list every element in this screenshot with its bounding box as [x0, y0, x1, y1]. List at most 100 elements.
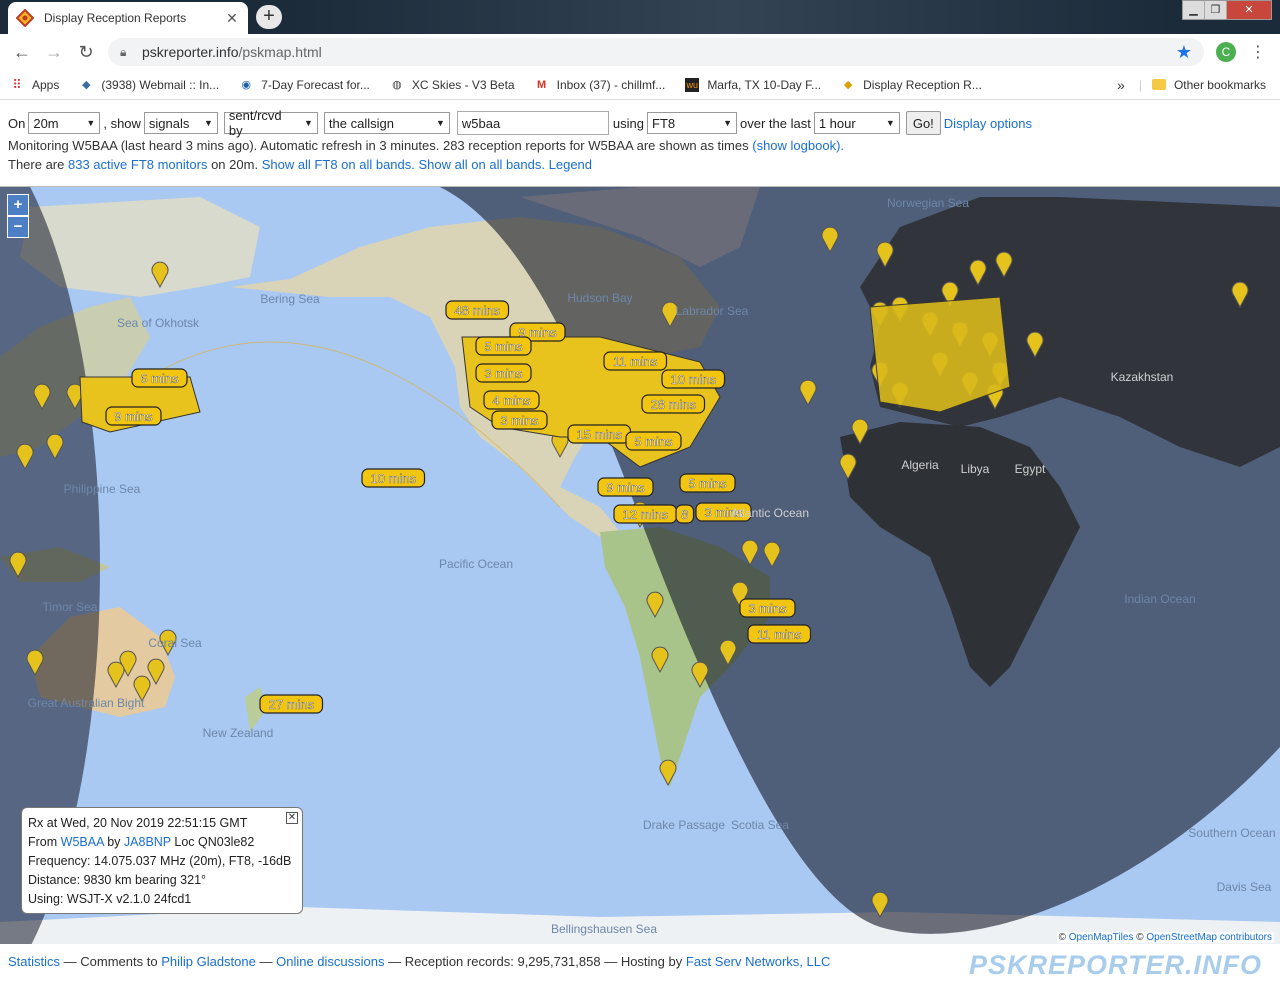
band-select[interactable]: 20m ▼ — [28, 112, 101, 134]
time-label[interactable]: 48 mins — [445, 300, 510, 320]
bookmark-label: 7-Day Forecast for... — [261, 77, 370, 92]
monitors-status: There are 833 active FT8 monitors on 20m… — [8, 157, 592, 172]
marker-cluster[interactable] — [869, 296, 1011, 413]
other-bookmarks[interactable]: Other bookmarks — [1174, 78, 1266, 92]
place-name: Bellingshausen Sea — [551, 922, 657, 936]
reception-map[interactable]: 48 mins 9 mins 5 mins 3 mins 4 mins 3 mins 15 … — [0, 186, 1280, 944]
over-label: over the last — [740, 115, 811, 131]
time-label[interactable]: 8 — [675, 504, 695, 524]
place-name: Algeria — [901, 458, 939, 472]
time-label[interactable]: 3 mins — [491, 410, 548, 430]
tab-close-icon[interactable]: ✕ — [224, 10, 240, 27]
window-close-icon[interactable]: ✕ — [1227, 1, 1271, 19]
time-label-text: 3 mins — [500, 413, 539, 428]
bookmark-label: Marfa, TX 10-Day F... — [707, 77, 822, 92]
zoom-out-button[interactable]: − — [7, 216, 29, 238]
go-button[interactable]: Go! — [905, 111, 941, 135]
browser-toolbar: ← → ↻ 🔒︎ pskreporter.info/pskmap.html ★ … — [0, 34, 1280, 70]
place-name: Pacific Ocean — [439, 557, 513, 571]
bookmark-marfa[interactable]: wu Marfa, TX 10-Day F... — [685, 77, 822, 92]
chevron-down-icon: ▼ — [86, 118, 96, 128]
bookmark-apps[interactable]: ⠿ Apps — [10, 77, 59, 92]
popup-close-icon[interactable]: ✕ — [286, 812, 298, 824]
time-label[interactable]: 5 mins — [625, 431, 682, 451]
time-label[interactable]: 6 mins — [131, 368, 188, 388]
target-value: the callsign — [328, 115, 394, 131]
osm-link[interactable]: OpenStreetMap contributors — [1146, 932, 1272, 943]
legend-link[interactable]: Legend — [549, 157, 592, 172]
direction-select[interactable]: sent/rcvd by ▼ — [223, 108, 318, 138]
bookmark-pskreporter[interactable]: ◆ Display Reception R... — [841, 78, 982, 92]
noaa-icon: ◉ — [241, 78, 251, 91]
place-name: Sea of Okhotsk — [117, 316, 200, 330]
time-label-text: 11 mins — [757, 627, 802, 642]
show-all-ft8-link[interactable]: Show all FT8 on all bands. — [262, 157, 415, 172]
active-monitors-link[interactable]: 833 active FT8 monitors — [68, 157, 207, 172]
time-label[interactable]: 10 mins — [361, 468, 426, 488]
address-bar[interactable]: 🔒︎ pskreporter.info/pskmap.html ★ — [108, 38, 1204, 66]
time-label[interactable]: 5 mins — [679, 473, 736, 493]
time-label[interactable]: 9 mins — [105, 406, 162, 426]
period-select[interactable]: 1 hour ▼ — [813, 112, 900, 134]
from-callsign-link[interactable]: W5BAA — [61, 835, 104, 849]
place-name: Atlantic Ocean — [731, 506, 809, 520]
bookmark-gmail[interactable]: M Inbox (37) - chillmf... — [535, 78, 665, 92]
time-label[interactable]: 27 mins — [259, 694, 324, 714]
time-label[interactable]: 4 mins — [483, 390, 540, 410]
monitoring-text: Monitoring W5BAA (last heard 3 mins ago)… — [8, 138, 749, 153]
time-label[interactable]: 3 mins — [475, 363, 532, 383]
maximize-icon[interactable]: ❐ — [1205, 1, 1227, 19]
place-name: Libya — [961, 462, 990, 476]
time-label-text: 5 mins — [634, 434, 673, 449]
time-label[interactable]: 3 mins — [739, 598, 796, 618]
bookmarks-divider: | — [1138, 77, 1142, 92]
bookmark-forecast[interactable]: ◉ 7-Day Forecast for... — [239, 78, 370, 92]
pskreporter-logo: PSKREPORTER.INFO — [968, 950, 1262, 980]
host-link[interactable]: Fast Serv Networks, LLC — [686, 954, 831, 969]
display-options-link[interactable]: Display options — [944, 116, 1032, 131]
time-label[interactable]: 11 mins — [747, 624, 812, 644]
time-label[interactable]: 5 mins — [475, 336, 532, 356]
direction-value: sent/rcvd by — [228, 108, 282, 138]
time-label[interactable]: 28 mins — [641, 394, 706, 414]
show-all-link[interactable]: Show all on all bands. — [419, 157, 545, 172]
profile-avatar[interactable]: C — [1216, 42, 1236, 62]
place-name: Hudson Bay — [567, 291, 632, 305]
time-label[interactable]: 10 mins — [661, 369, 726, 389]
on-label: On — [8, 115, 26, 131]
openmaptiles-link[interactable]: OpenMapTiles — [1069, 932, 1134, 943]
time-label[interactable]: 15 mins — [567, 424, 632, 444]
folder-icon — [1151, 79, 1166, 90]
new-tab-button[interactable]: + — [256, 5, 282, 29]
bookmark-xcskies[interactable]: ◍ XC Skies - V3 Beta — [390, 78, 515, 92]
time-label[interactable]: 11 mins — [603, 351, 668, 371]
query-controls: On 20m ▼ , show signals ▼ sent/rcvd by ▼ th… — [8, 108, 1032, 138]
copyright-symbol: © — [1136, 932, 1144, 943]
author-link[interactable]: Philip Gladstone — [161, 954, 256, 969]
url-path: /pskmap.html — [238, 44, 322, 60]
band-value: 20m — [33, 115, 59, 131]
discussions-link[interactable]: Online discussions — [276, 954, 384, 969]
minimize-icon[interactable]: ▁ — [1183, 1, 1205, 19]
bookmark-webmail[interactable]: ◆ (3938) Webmail :: In... — [79, 78, 219, 92]
callsign-input[interactable]: w5baa — [456, 111, 609, 135]
back-arrow-icon[interactable]: ← — [10, 41, 34, 63]
show-value: signals — [148, 115, 190, 131]
show-logbook-link[interactable]: (show logbook). — [752, 138, 844, 153]
statistics-link[interactable]: Statistics — [8, 954, 60, 969]
by-callsign-link[interactable]: JA8BNP — [124, 835, 171, 849]
menu-kebab-icon[interactable]: ⋮ — [1250, 42, 1266, 62]
zoom-in-button[interactable]: + — [7, 194, 29, 216]
time-label[interactable]: 9 mins — [597, 477, 654, 497]
target-select[interactable]: the callsign ▼ — [323, 112, 450, 134]
time-label[interactable]: 12 mins — [613, 504, 678, 524]
forward-arrow-icon[interactable]: → — [42, 41, 66, 63]
reload-icon[interactable]: ↻ — [74, 41, 98, 63]
show-select[interactable]: signals ▼ — [143, 112, 218, 134]
place-name: Indian Ocean — [1124, 592, 1195, 606]
chevron-down-icon: ▼ — [723, 118, 732, 128]
bookmarks-overflow-icon[interactable]: » — [1117, 77, 1125, 93]
bookmark-star-icon[interactable]: ★ — [1176, 42, 1192, 63]
browser-tab[interactable]: Display Reception Reports ✕ — [8, 2, 248, 34]
mode-select[interactable]: FT8 ▼ — [647, 112, 737, 134]
